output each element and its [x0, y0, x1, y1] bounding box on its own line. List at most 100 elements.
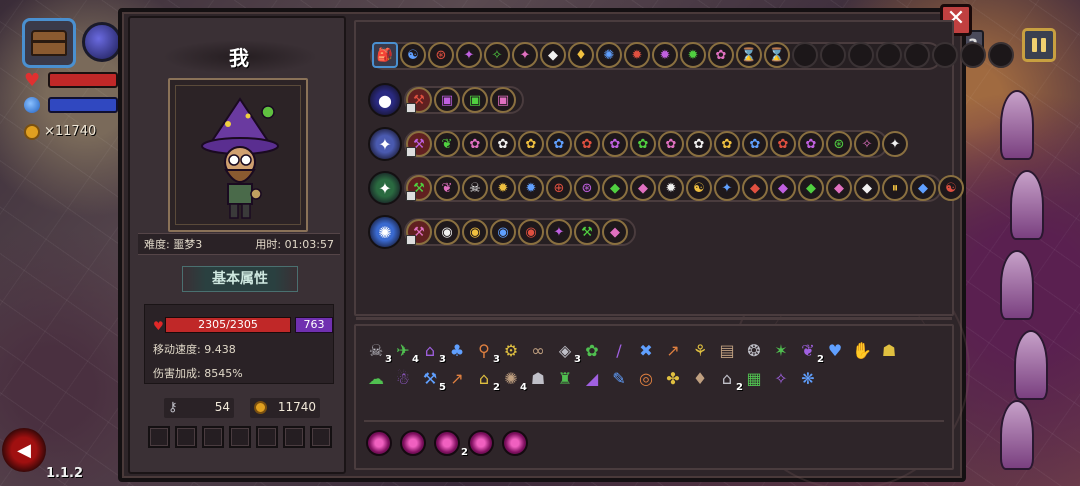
upgrade-icon[interactable]: ☯	[938, 175, 964, 201]
passive-item-icon[interactable]: ∞	[526, 338, 550, 362]
passive-item-icon[interactable]: ♥	[823, 338, 847, 362]
empty-slot[interactable]	[848, 42, 874, 68]
upgrade-icon[interactable]: ⚒	[574, 219, 600, 245]
upgrade-icon[interactable]: ⌛	[764, 42, 790, 68]
equipment-slot[interactable]	[310, 426, 332, 448]
pause-button[interactable]	[1022, 28, 1056, 62]
equipment-slot[interactable]	[148, 426, 170, 448]
upgrade-icon[interactable]: ✿	[518, 131, 544, 157]
upgrade-icon[interactable]: ✹	[680, 42, 706, 68]
upgrade-icon[interactable]: ✹	[624, 42, 650, 68]
passive-item-icon[interactable]: ⚲ 3	[472, 338, 500, 366]
upgrade-icon[interactable]: ⊛	[428, 42, 454, 68]
upgrade-icon[interactable]: ⊕	[546, 175, 572, 201]
equipment-slot[interactable]	[175, 426, 197, 448]
passive-item-icon[interactable]: ☗	[877, 338, 901, 362]
upgrade-icon[interactable]: ◆	[854, 175, 880, 201]
passive-item-icon[interactable]: ✧	[769, 366, 793, 390]
upgrade-icon[interactable]: ◉	[518, 219, 544, 245]
passive-item-icon[interactable]: ⚒ 5	[418, 366, 446, 394]
passive-item-icon[interactable]: ↗	[661, 338, 685, 362]
upgrade-icon[interactable]: ✿	[798, 131, 824, 157]
passive-item-icon[interactable]: ⚙	[499, 338, 523, 362]
upgrade-icon[interactable]: ⏸	[882, 175, 908, 201]
passive-item-icon[interactable]: ♣	[445, 338, 469, 362]
upgrade-icon[interactable]: ▣	[434, 87, 460, 113]
upgrade-icon[interactable]: ⚒	[406, 219, 432, 245]
upgrade-icon[interactable]: ◉	[462, 219, 488, 245]
empty-slot[interactable]	[820, 42, 846, 68]
passive-item-icon[interactable]: ◎	[634, 366, 658, 390]
passive-item-icon[interactable]: ⌂ 2	[715, 366, 743, 394]
upgrade-icon[interactable]: ✿	[708, 42, 734, 68]
upgrade-icon[interactable]: ✿	[546, 131, 572, 157]
upgrade-icon[interactable]: ✿	[658, 131, 684, 157]
equipment-slot[interactable]	[256, 426, 278, 448]
passive-item-icon[interactable]: ▤	[715, 338, 739, 362]
upgrade-icon[interactable]: ✿	[602, 131, 628, 157]
upgrade-icon[interactable]: ✿	[574, 131, 600, 157]
passive-item-icon[interactable]: ✖	[634, 338, 658, 362]
curse-orb-icon[interactable]	[468, 430, 494, 456]
upgrade-icon[interactable]: ◆	[910, 175, 936, 201]
upgrade-icon[interactable]: ◉	[490, 219, 516, 245]
upgrade-icon[interactable]: ◆	[630, 175, 656, 201]
upgrade-icon[interactable]: ⚒	[406, 175, 432, 201]
upgrade-icon[interactable]: ◉	[434, 219, 460, 245]
passive-item-icon[interactable]: ▦	[742, 366, 766, 390]
upgrade-icon[interactable]: ✿	[630, 131, 656, 157]
passive-item-icon[interactable]: ♦	[688, 366, 712, 390]
passive-item-icon[interactable]: ✶	[769, 338, 793, 362]
upgrade-icon[interactable]: ✦	[512, 42, 538, 68]
passive-item-icon[interactable]: ✿	[580, 338, 604, 362]
weapon-slot-icon[interactable]: ●	[368, 83, 402, 117]
passive-item-icon[interactable]: ◈ 3	[553, 338, 581, 366]
empty-slot[interactable]	[876, 42, 902, 68]
upgrade-icon[interactable]: ❦	[434, 175, 460, 201]
empty-slot[interactable]	[932, 42, 958, 68]
equipment-slot[interactable]	[229, 426, 251, 448]
empty-slot[interactable]	[792, 42, 818, 68]
upgrade-icon[interactable]: ☯	[400, 42, 426, 68]
upgrade-icon[interactable]: ◆	[602, 219, 628, 245]
passive-item-icon[interactable]: ☠ 3	[364, 338, 392, 366]
passive-item-icon[interactable]: ✋	[850, 338, 874, 362]
upgrade-icon[interactable]: ⚒	[406, 87, 432, 113]
upgrade-icon[interactable]: ♦	[568, 42, 594, 68]
passive-item-icon[interactable]: ☗	[526, 366, 550, 390]
upgrade-icon[interactable]: ◆	[770, 175, 796, 201]
upgrade-icon[interactable]: ✹	[518, 175, 544, 201]
upgrade-icon[interactable]: ✧	[854, 131, 880, 157]
upgrade-icon[interactable]: ✦	[546, 219, 572, 245]
upgrade-icon[interactable]: ☯	[686, 175, 712, 201]
upgrade-icon[interactable]: ⊛	[826, 131, 852, 157]
weapon-slot-icon[interactable]: ✦	[368, 127, 402, 161]
passive-item-icon[interactable]: ⌂ 3	[418, 338, 446, 366]
upgrade-icon[interactable]: ◆	[798, 175, 824, 201]
passive-item-icon[interactable]: ❋	[796, 366, 820, 390]
upgrade-icon[interactable]: ▣	[462, 87, 488, 113]
upgrade-icon[interactable]: ✹	[658, 175, 684, 201]
curse-orb-icon[interactable]	[502, 430, 528, 456]
passive-item-icon[interactable]: ❦ 2	[796, 338, 824, 366]
upgrade-icon[interactable]: ✧	[484, 42, 510, 68]
passive-item-icon[interactable]: ☁	[364, 366, 388, 390]
passive-item-icon[interactable]: ☃	[391, 366, 415, 390]
passive-item-icon[interactable]: ✈ 4	[391, 338, 419, 366]
upgrade-icon[interactable]: ✿	[490, 131, 516, 157]
inventory-chest-button[interactable]	[22, 18, 76, 68]
upgrade-icon[interactable]: ◆	[540, 42, 566, 68]
upgrade-icon[interactable]: ◆	[742, 175, 768, 201]
boss-eye-icon[interactable]: ◀	[2, 428, 46, 472]
upgrade-icon[interactable]: ✦	[456, 42, 482, 68]
equipment-slot[interactable]	[202, 426, 224, 448]
passive-item-icon[interactable]: ✤	[661, 366, 685, 390]
curse-orb-icon[interactable]: 2	[434, 430, 468, 458]
weapon-slot-icon[interactable]: ✺	[368, 215, 402, 249]
equipment-slot[interactable]	[283, 426, 305, 448]
upgrade-icon[interactable]: ✿	[686, 131, 712, 157]
curse-orb-icon[interactable]	[366, 430, 392, 456]
upgrade-icon[interactable]: ✹	[490, 175, 516, 201]
upgrade-icon[interactable]: ☠	[462, 175, 488, 201]
upgrade-icon[interactable]: ◆	[826, 175, 852, 201]
